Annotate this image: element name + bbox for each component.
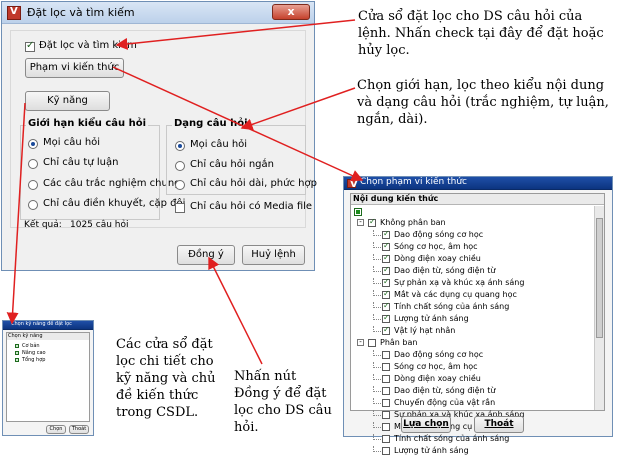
arrow-to-skills-window — [6, 102, 26, 325]
arrow-to-filter-checkbox — [115, 19, 356, 50]
arrow-to-type-groups — [240, 87, 356, 131]
annotation-arrows — [6, 19, 364, 365]
item-label: Lượng tử ánh sáng — [394, 446, 469, 455]
arrow-to-ok-button — [208, 256, 263, 365]
arrow-to-scope-window — [112, 66, 364, 182]
tree-connector — [373, 446, 381, 452]
item-checkbox[interactable] — [382, 447, 390, 455]
